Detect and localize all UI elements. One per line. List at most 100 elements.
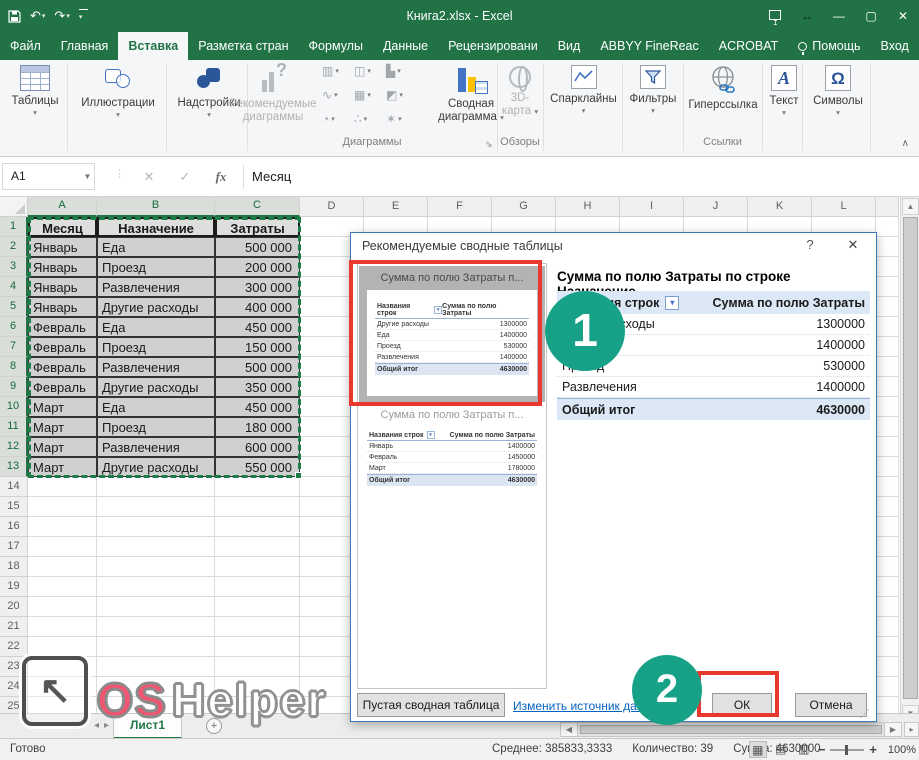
sparklines-button[interactable]: Спарклайны▾ bbox=[547, 65, 620, 115]
cell[interactable] bbox=[876, 237, 899, 257]
tab-Главная[interactable]: Главная bbox=[51, 32, 119, 60]
row-header-14[interactable]: 14 bbox=[0, 477, 28, 497]
table-header-cell[interactable]: Месяц bbox=[28, 217, 97, 237]
pivot-preview-1[interactable]: Сумма по полю Затраты п... Названия стро… bbox=[359, 266, 545, 402]
tab-Данные[interactable]: Данные bbox=[373, 32, 438, 60]
scatter-chart-icon[interactable]: ∴▾ bbox=[354, 112, 382, 126]
map3d-button[interactable]: 3D-карта ▾ bbox=[500, 66, 540, 118]
cancel-entry-icon[interactable]: ✕ bbox=[134, 163, 164, 190]
row-header-9[interactable]: 9 bbox=[0, 377, 28, 397]
table-data-cell[interactable]: Еда bbox=[97, 237, 215, 257]
cell[interactable] bbox=[876, 277, 899, 297]
row-header-2[interactable]: 2 bbox=[0, 237, 28, 257]
table-data-cell[interactable]: Другие расходы bbox=[97, 457, 215, 477]
row-header-3[interactable]: 3 bbox=[0, 257, 28, 277]
cell[interactable] bbox=[876, 357, 899, 377]
tables-button[interactable]: Таблицы▾ bbox=[6, 65, 64, 117]
insert-function-icon[interactable]: fx bbox=[206, 163, 236, 190]
cell[interactable] bbox=[876, 637, 899, 657]
cell[interactable] bbox=[97, 497, 215, 517]
pie-chart-icon[interactable]: ◔▾ bbox=[322, 112, 350, 126]
cell[interactable] bbox=[876, 397, 899, 417]
zoom-level[interactable]: 100% bbox=[882, 744, 916, 756]
table-data-cell[interactable]: Проезд bbox=[97, 417, 215, 437]
page-layout-view-icon[interactable]: ▤ bbox=[772, 741, 790, 758]
zoom-in-icon[interactable]: + bbox=[869, 742, 877, 757]
table-data-cell[interactable]: Проезд bbox=[97, 337, 215, 357]
area-chart-icon[interactable]: ▦▾ bbox=[354, 88, 382, 102]
row-header-11[interactable]: 11 bbox=[0, 417, 28, 437]
cell[interactable] bbox=[215, 537, 300, 557]
table-data-cell[interactable]: Развлечения bbox=[97, 357, 215, 377]
scroll-right-icon[interactable]: ▶ bbox=[884, 722, 902, 737]
table-data-cell[interactable]: 150 000 bbox=[215, 337, 300, 357]
cell[interactable] bbox=[876, 517, 899, 537]
tab-ACROBAT[interactable]: ACROBAT bbox=[709, 32, 789, 60]
cell[interactable] bbox=[97, 637, 215, 657]
table-data-cell[interactable]: 500 000 bbox=[215, 237, 300, 257]
table-header-cell[interactable]: Назначение bbox=[97, 217, 215, 237]
recommended-charts-button[interactable]: ? Рекомендуемые диаграммы bbox=[226, 68, 320, 124]
cell[interactable] bbox=[215, 497, 300, 517]
table-data-cell[interactable]: 550 000 bbox=[215, 457, 300, 477]
table-data-cell[interactable]: Март bbox=[28, 437, 97, 457]
cell[interactable] bbox=[876, 677, 899, 697]
row-header-21[interactable]: 21 bbox=[0, 617, 28, 637]
tab-Рецензировани[interactable]: Рецензировани bbox=[438, 32, 548, 60]
formula-bar-value[interactable]: Месяц bbox=[252, 163, 291, 190]
tab-Разметка стран[interactable]: Разметка стран bbox=[188, 32, 298, 60]
row-header-4[interactable]: 4 bbox=[0, 277, 28, 297]
cell[interactable] bbox=[876, 537, 899, 557]
text-button[interactable]: A Текст▾ bbox=[766, 65, 802, 117]
row-header-22[interactable]: 22 bbox=[0, 637, 28, 657]
table-data-cell[interactable]: Март bbox=[28, 457, 97, 477]
table-data-cell[interactable]: Развлечения bbox=[97, 277, 215, 297]
table-data-cell[interactable]: 200 000 bbox=[215, 257, 300, 277]
col-header-H[interactable]: H bbox=[556, 197, 620, 217]
table-data-cell[interactable]: 600 000 bbox=[215, 437, 300, 457]
row-header-7[interactable]: 7 bbox=[0, 337, 28, 357]
cell[interactable] bbox=[876, 297, 899, 317]
tab-Вид[interactable]: Вид bbox=[548, 32, 591, 60]
cell[interactable] bbox=[876, 257, 899, 277]
table-data-cell[interactable]: Другие расходы bbox=[97, 377, 215, 397]
cell[interactable] bbox=[215, 597, 300, 617]
select-all-corner[interactable] bbox=[0, 197, 28, 217]
undo-icon[interactable]: ↶▾ bbox=[30, 8, 45, 24]
zoom-slider-thumb[interactable] bbox=[845, 745, 848, 755]
fill-handle[interactable] bbox=[295, 472, 302, 479]
maximize-icon[interactable]: ▢ bbox=[855, 0, 887, 32]
row-header-5[interactable]: 5 bbox=[0, 297, 28, 317]
cell[interactable] bbox=[876, 557, 899, 577]
cell[interactable] bbox=[97, 597, 215, 617]
close-icon[interactable]: ✕ bbox=[887, 0, 919, 32]
minimize-icon[interactable]: — bbox=[823, 0, 855, 32]
cell[interactable] bbox=[876, 317, 899, 337]
table-data-cell[interactable]: Февраль bbox=[28, 337, 97, 357]
cell[interactable] bbox=[97, 617, 215, 637]
ribbon-display-options-icon[interactable] bbox=[759, 0, 791, 32]
row-header-16[interactable]: 16 bbox=[0, 517, 28, 537]
table-data-cell[interactable]: Февраль bbox=[28, 357, 97, 377]
table-data-cell[interactable]: Январь bbox=[28, 297, 97, 317]
table-header-cell[interactable]: Затраты bbox=[215, 217, 300, 237]
page-break-view-icon[interactable]: ▥ bbox=[795, 741, 813, 758]
cell[interactable] bbox=[28, 477, 97, 497]
cancel-button[interactable]: Отмена bbox=[795, 693, 867, 717]
col-header-B[interactable]: B bbox=[97, 197, 215, 217]
tab-Формулы[interactable]: Формулы bbox=[299, 32, 373, 60]
table-data-cell[interactable]: 450 000 bbox=[215, 317, 300, 337]
normal-view-icon[interactable]: ▦ bbox=[749, 741, 767, 758]
col-header-J[interactable]: J bbox=[684, 197, 748, 217]
dialog-close-icon[interactable]: ✕ bbox=[841, 237, 865, 253]
table-data-cell[interactable]: 350 000 bbox=[215, 377, 300, 397]
col-header-E[interactable]: E bbox=[364, 197, 428, 217]
row-header-18[interactable]: 18 bbox=[0, 557, 28, 577]
table-data-cell[interactable]: Март bbox=[28, 397, 97, 417]
symbols-button[interactable]: Ω Символы▾ bbox=[808, 65, 868, 117]
col-header-D[interactable]: D bbox=[300, 197, 364, 217]
row-header-1[interactable]: 1 bbox=[0, 217, 28, 237]
column-chart-icon[interactable]: ▥▾ bbox=[322, 64, 350, 78]
col-header-L[interactable]: L bbox=[812, 197, 876, 217]
row-header-8[interactable]: 8 bbox=[0, 357, 28, 377]
